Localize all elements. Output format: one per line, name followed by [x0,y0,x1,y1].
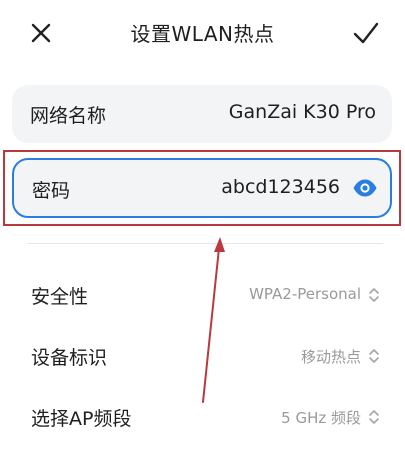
network-name-label: 网络名称 [30,105,107,127]
password-input[interactable]: abcd123456 [140,176,340,198]
chevron-updown-icon [369,288,379,302]
top-bar: 设置WLAN热点 [0,0,405,66]
network-name-field[interactable]: 网络名称 GanZai K30 Pro [12,85,392,143]
chevron-updown-icon [369,410,379,424]
check-icon [353,22,379,44]
network-name-value: GanZai K30 Pro [228,101,376,123]
ap-band-setting-row[interactable]: 选择AP频段 5 GHz 频段 [0,390,405,446]
password-field[interactable]: 密码 abcd123456 [12,158,392,218]
confirm-button[interactable] [349,16,383,50]
device-id-label: 设备标识 [31,347,108,369]
eye-icon [353,179,377,197]
device-id-setting-row[interactable]: 设备标识 移动热点 [0,329,405,385]
annotation-arrow [202,237,225,403]
device-id-value: 移动热点 [300,348,361,366]
password-visibility-toggle[interactable] [352,177,378,199]
security-setting-row[interactable]: 安全性 WPA2-Personal [0,268,405,324]
section-divider [28,243,383,244]
ap-band-value: 5 GHz 频段 [281,409,361,427]
security-label: 安全性 [31,286,89,308]
password-label: 密码 [32,180,71,202]
page-title: 设置WLAN热点 [130,22,275,46]
security-value: WPA2-Personal [249,285,361,303]
chevron-updown-icon [369,349,379,363]
ap-band-label: 选择AP频段 [31,408,132,430]
